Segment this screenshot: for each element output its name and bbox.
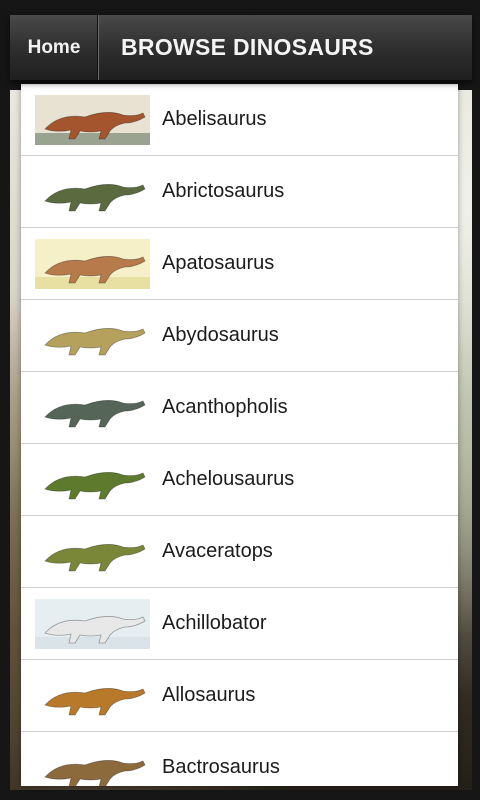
achelousaurus-thumbnail: [35, 454, 150, 505]
page-title: BROWSE DINOSAURS: [121, 34, 374, 60]
abrictosaurus-thumbnail: [35, 166, 150, 217]
avaceratops-thumbnail: [35, 526, 150, 577]
abydosaurus-thumbnail: [35, 310, 150, 361]
app-screen: Home BROWSE DINOSAURS Abelisaurus Abricto…: [0, 0, 480, 800]
apatosaurus-thumbnail: [35, 238, 150, 289]
dinosaur-name: Achillobator: [162, 612, 267, 634]
list-item[interactable]: Avaceratops: [21, 516, 458, 588]
allosaurus-thumbnail: [35, 670, 150, 721]
top-bar: Home BROWSE DINOSAURS: [10, 15, 472, 81]
dinosaur-name: Abrictosaurus: [162, 180, 285, 202]
list-item[interactable]: Allosaurus: [21, 660, 458, 732]
list-item[interactable]: Achelousaurus: [21, 444, 458, 516]
dinosaur-name: Achelousaurus: [162, 468, 295, 490]
dinosaur-list[interactable]: Abelisaurus Abrictosaurus Apatosaurus Abydo…: [21, 84, 458, 786]
list-item[interactable]: Abrictosaurus: [21, 156, 458, 228]
home-button[interactable]: Home: [10, 15, 99, 80]
dinosaur-name: Apatosaurus: [162, 252, 275, 274]
dinosaur-name: Allosaurus: [162, 684, 256, 706]
acanthopholis-thumbnail: [35, 382, 150, 433]
list-item[interactable]: Abelisaurus: [21, 84, 458, 156]
dinosaur-name: Avaceratops: [162, 540, 273, 562]
achillobator-thumbnail: [35, 598, 150, 649]
dinosaur-name: Abydosaurus: [162, 324, 279, 346]
list-item[interactable]: Abydosaurus: [21, 300, 458, 372]
abelisaurus-thumbnail: [35, 94, 150, 145]
list-item[interactable]: Acanthopholis: [21, 372, 458, 444]
dinosaur-name: Abelisaurus: [162, 108, 267, 130]
list-item[interactable]: Bactrosaurus: [21, 732, 458, 786]
bactrosaurus-thumbnail: [35, 742, 150, 786]
dinosaur-name: Acanthopholis: [162, 396, 288, 418]
list-item[interactable]: Achillobator: [21, 588, 458, 660]
list-item[interactable]: Apatosaurus: [21, 228, 458, 300]
dinosaur-name: Bactrosaurus: [162, 756, 280, 778]
